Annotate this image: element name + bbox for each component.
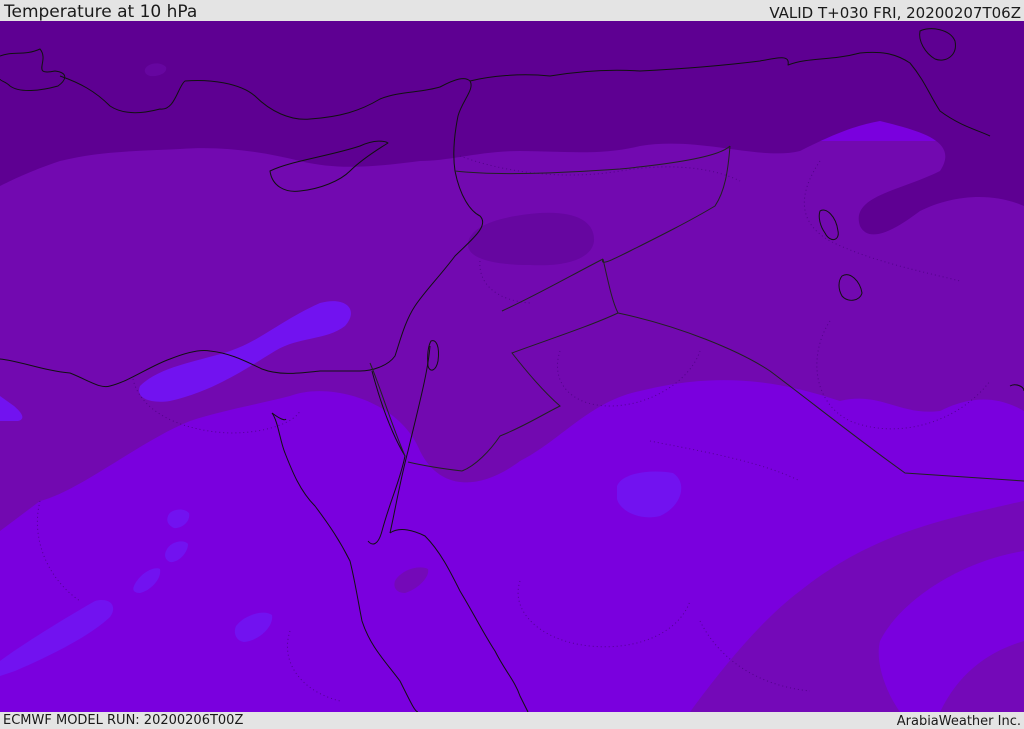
temperature-map[interactable] xyxy=(0,21,1024,712)
footer-bar: ECMWF MODEL RUN: 20200206T00Z ArabiaWeat… xyxy=(0,712,1024,729)
credit-label: ArabiaWeather Inc. xyxy=(896,714,1021,729)
model-run-label: ECMWF MODEL RUN: 20200206T00Z xyxy=(3,713,244,728)
map-canvas xyxy=(0,21,1024,712)
valid-time-label: VALID T+030 FRI, 20200207T06Z xyxy=(769,4,1021,22)
header-bar: Temperature at 10 hPa VALID T+030 FRI, 2… xyxy=(0,0,1024,21)
map-title: Temperature at 10 hPa xyxy=(4,2,198,22)
